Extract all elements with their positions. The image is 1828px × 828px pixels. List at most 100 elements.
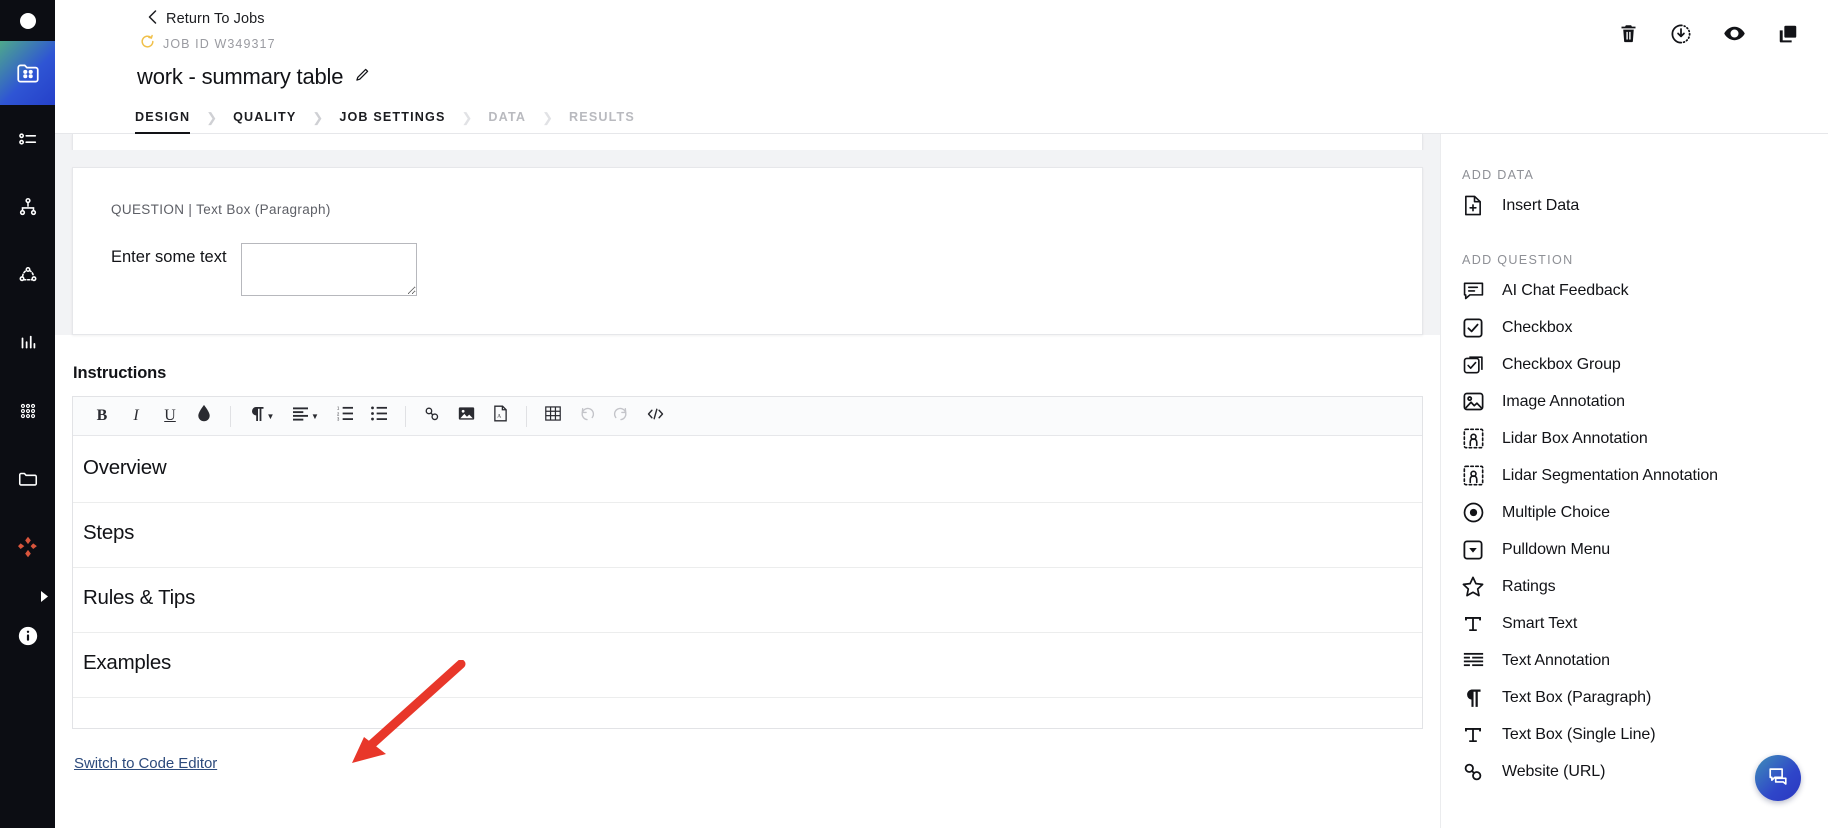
panel-item-text-annotation[interactable]: Text Annotation	[1441, 642, 1828, 679]
bulleted-list-button[interactable]	[362, 401, 396, 431]
panel-item-text-box-single-line[interactable]: Text Box (Single Line)	[1441, 716, 1828, 753]
panel-item-smart-text[interactable]: Smart Text	[1441, 605, 1828, 642]
lidar-box-icon	[1462, 428, 1484, 450]
table-icon	[545, 406, 561, 426]
sidebar-item-tasks[interactable]	[0, 105, 55, 173]
sidebar-item-projects[interactable]	[0, 41, 55, 105]
chat-support-button[interactable]	[1755, 755, 1801, 801]
panel-item-checkbox[interactable]: Checkbox	[1441, 309, 1828, 346]
bold-button[interactable]: B	[85, 401, 119, 431]
panel-item-pulldown-menu[interactable]: Pulldown Menu	[1441, 531, 1828, 568]
add-question-title: ADD QUESTION	[1462, 253, 1574, 267]
sidebar-item-pipelines[interactable]	[0, 241, 55, 309]
eye-icon[interactable]	[1723, 22, 1746, 50]
download-clock-icon[interactable]	[1670, 23, 1692, 50]
panel-item-lidar-box-annotation[interactable]: Lidar Box Annotation	[1441, 420, 1828, 457]
text-annotation-icon	[1462, 650, 1484, 672]
tab-design[interactable]: DESIGN	[135, 101, 191, 135]
chevron-left-icon	[148, 9, 157, 29]
panel-item-checkbox-group[interactable]: Checkbox Group	[1441, 346, 1828, 383]
insert-pdf-button[interactable]: A	[483, 401, 517, 431]
copy-icon[interactable]	[1777, 23, 1799, 50]
droplet-icon	[197, 405, 211, 427]
lidar-segmentation-icon	[1462, 465, 1484, 487]
tab-data[interactable]: DATA	[488, 101, 526, 134]
paragraph-style-dropdown[interactable]: ▼	[240, 401, 284, 431]
tab-results[interactable]: RESULTS	[569, 101, 635, 134]
refresh-icon[interactable]	[140, 34, 155, 54]
toolbar-divider	[230, 405, 231, 427]
panel-item-label: Checkbox Group	[1502, 355, 1621, 373]
question-textarea[interactable]	[240, 243, 417, 296]
tab-bar: DESIGN ❯ QUALITY ❯ JOB SETTINGS ❯ DATA ❯…	[55, 101, 1828, 135]
sidebar-item-datasets[interactable]	[0, 377, 55, 445]
chevron-right-icon	[40, 590, 49, 602]
redo-icon	[613, 406, 629, 427]
diamond-cluster-icon	[15, 534, 41, 560]
tab-job-settings[interactable]: JOB SETTINGS	[339, 101, 445, 134]
previous-question-card[interactable]	[72, 134, 1423, 150]
switch-to-code-editor-link[interactable]: Switch to Code Editor	[74, 755, 217, 772]
link-icon	[1462, 761, 1484, 783]
main-content: QUESTION | Text Box (Paragraph) Enter so…	[55, 134, 1828, 828]
app-logo[interactable]	[0, 0, 55, 41]
underline-button[interactable]: U	[153, 401, 187, 431]
sidebar-item-info[interactable]	[0, 611, 55, 679]
pulldown-icon	[1462, 539, 1484, 561]
return-to-jobs-button[interactable]: Return To Jobs	[55, 8, 265, 30]
panel-item-multiple-choice[interactable]: Multiple Choice	[1441, 494, 1828, 531]
instructions-section-heading[interactable]: Examples	[73, 633, 1422, 698]
panel-item-label: Multiple Choice	[1502, 503, 1610, 521]
panel-item-label: Pulldown Menu	[1502, 540, 1611, 558]
chat-bubble-icon	[1462, 280, 1484, 302]
panel-item-label: AI Chat Feedback	[1502, 281, 1629, 299]
numbered-list-button[interactable]: 1 2 3	[328, 401, 362, 431]
undo-button[interactable]	[570, 401, 604, 431]
panel-item-lidar-segmentation-annotation[interactable]: Lidar Segmentation Annotation	[1441, 457, 1828, 494]
italic-button[interactable]: I	[119, 401, 153, 431]
question-body: Enter some text	[111, 243, 1384, 296]
tab-separator-icon: ❯	[461, 109, 473, 125]
align-dropdown[interactable]: ▼	[284, 401, 328, 431]
insert-link-button[interactable]	[415, 401, 449, 431]
editor-content[interactable]: Overview Steps Rules & Tips Examples	[73, 436, 1422, 728]
sidebar-item-workflows[interactable]	[0, 173, 55, 241]
sidebar-item-files[interactable]	[0, 445, 55, 513]
panel-item-ai-chat-feedback[interactable]: AI Chat Feedback	[1441, 272, 1828, 309]
sidebar-item-apps[interactable]	[0, 513, 55, 581]
trash-icon[interactable]	[1618, 23, 1639, 49]
code-icon	[647, 407, 664, 426]
rail-expand-button[interactable]	[0, 581, 55, 611]
panel-item-label: Lidar Segmentation Annotation	[1502, 466, 1718, 484]
tab-separator-icon: ❯	[206, 109, 218, 125]
panel-item-ratings[interactable]: Ratings	[1441, 568, 1828, 605]
page-title: work - summary table	[137, 64, 344, 89]
folder-icon	[17, 468, 39, 490]
text-color-button[interactable]	[187, 401, 221, 431]
question-prompt: Enter some text	[111, 248, 227, 266]
panel-item-insert-data[interactable]: Insert Data	[1441, 187, 1828, 224]
redo-button[interactable]	[604, 401, 638, 431]
question-card[interactable]: QUESTION | Text Box (Paragraph) Enter so…	[72, 167, 1423, 335]
code-view-button[interactable]	[638, 401, 672, 431]
return-to-jobs-label: Return To Jobs	[166, 11, 265, 27]
task-list-icon	[17, 128, 39, 150]
instructions-section-heading[interactable]: Steps	[73, 503, 1422, 568]
card-gap	[55, 150, 1440, 167]
add-data-title: ADD DATA	[1462, 168, 1535, 182]
bottom-fade-overlay	[55, 782, 1440, 828]
node-graph-icon	[17, 264, 39, 286]
insert-table-button[interactable]	[536, 401, 570, 431]
tab-quality[interactable]: QUALITY	[233, 101, 296, 134]
panel-item-label: Text Annotation	[1502, 651, 1610, 669]
instructions-section: Instructions B I U ▼ ▼ 1 2 3 A Overview …	[55, 364, 1440, 773]
sidebar-item-analytics[interactable]	[0, 309, 55, 377]
panel-item-text-box-paragraph[interactable]: Text Box (Paragraph)	[1441, 679, 1828, 716]
instructions-section-heading[interactable]: Overview	[73, 436, 1422, 503]
editor-trailing-space[interactable]	[73, 698, 1422, 720]
pencil-icon[interactable]	[354, 67, 370, 88]
card-band: QUESTION | Text Box (Paragraph) Enter so…	[55, 167, 1440, 335]
panel-item-image-annotation[interactable]: Image Annotation	[1441, 383, 1828, 420]
instructions-section-heading[interactable]: Rules & Tips	[73, 568, 1422, 633]
insert-image-button[interactable]	[449, 401, 483, 431]
